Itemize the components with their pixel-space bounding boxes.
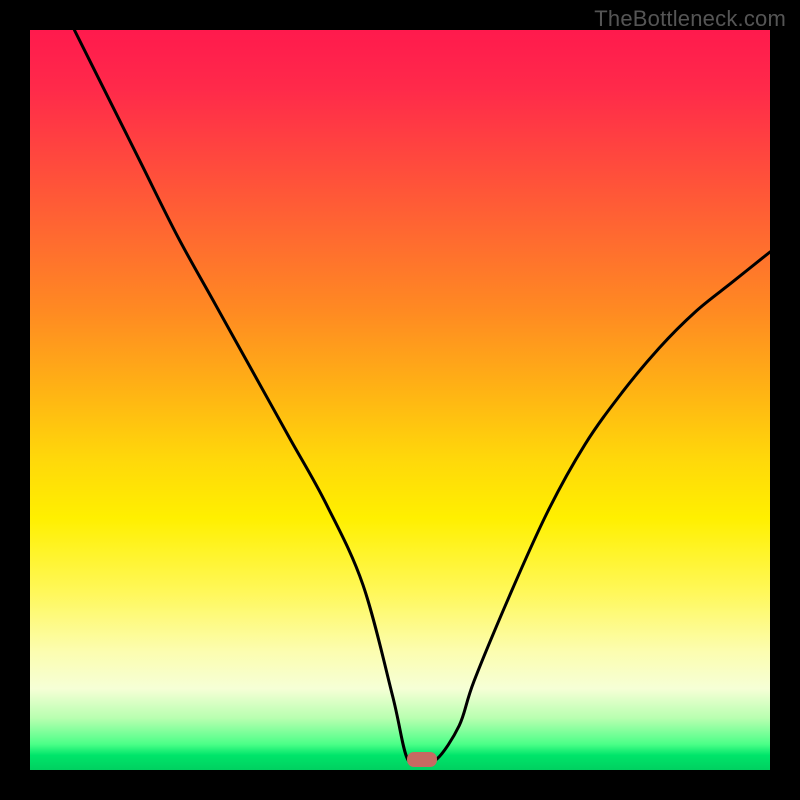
plot-area [30,30,770,770]
chart-frame: TheBottleneck.com [0,0,800,800]
bottleneck-curve [30,30,770,770]
watermark-text: TheBottleneck.com [594,6,786,32]
optimal-point-marker [407,752,437,767]
